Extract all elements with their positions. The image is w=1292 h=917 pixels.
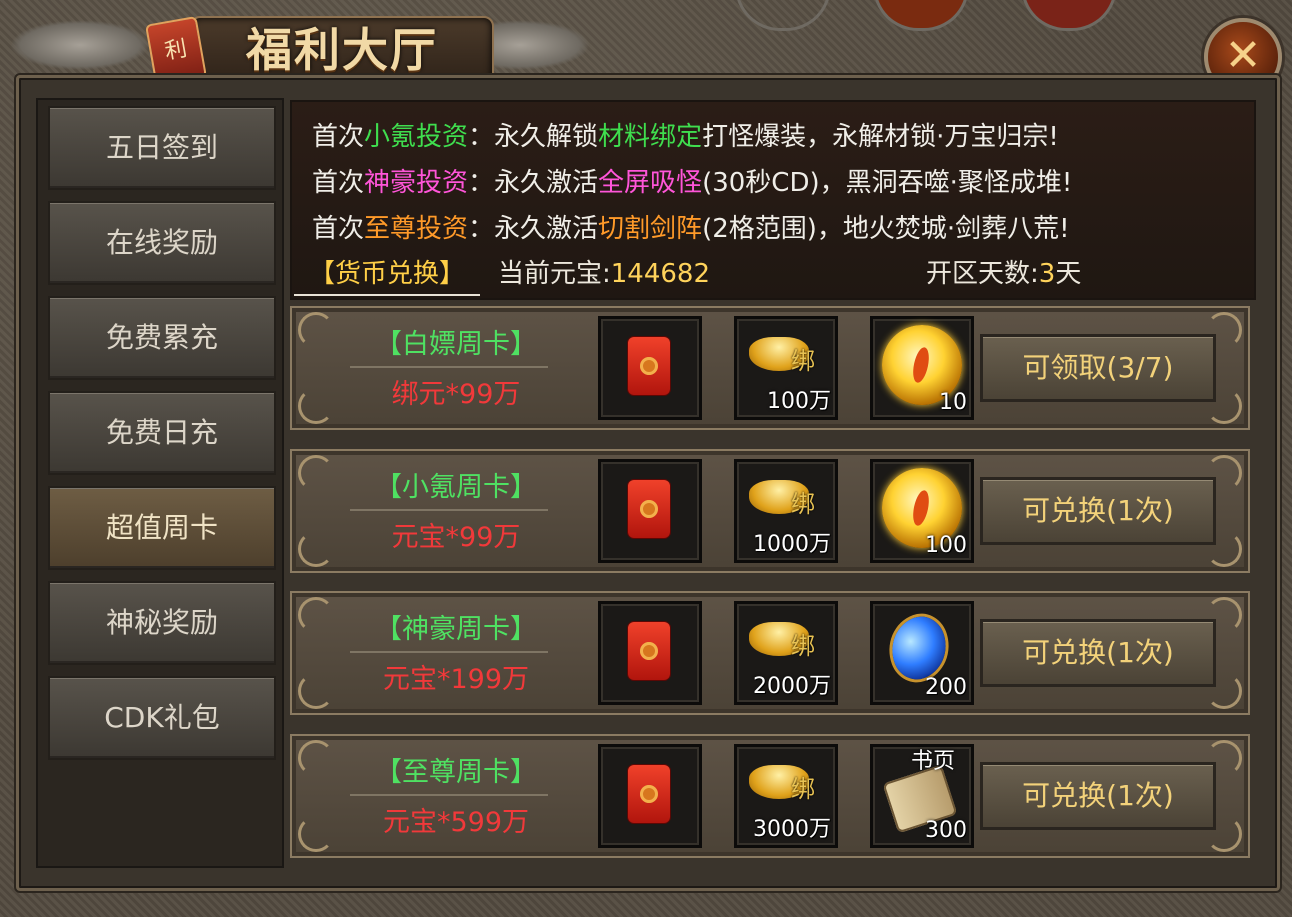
item-label: 书页 (911, 749, 956, 774)
item-slot-orb[interactable]: 100 (870, 459, 974, 563)
ingot-value: 144682 (610, 259, 711, 289)
currency-exchange-tab[interactable]: 【货币兑换】 (294, 254, 480, 296)
sidebar: 五日签到 在线奖励 免费累充 免费日充 超值周卡 神秘奖励 CDK礼包 (36, 98, 284, 868)
title-plaque: 利 福利大厅 (10, 6, 590, 87)
item-quantity: 200 (925, 675, 967, 700)
item-slot-ingot[interactable]: 绑 3000万 (734, 744, 838, 848)
info-line-text: 首次 (312, 214, 365, 244)
info-line-2: 首次神豪投资：永久激活全屏吸怪(30秒CD)，黑洞吞噬·聚怪成堆! (312, 162, 1072, 199)
info-line-text: 首次 (312, 122, 365, 152)
corner-ornament (298, 673, 334, 709)
sidebar-item-cdk-gift[interactable]: CDK礼包 (48, 676, 276, 760)
top-icon-3[interactable] (1021, 0, 1117, 31)
card-price: 元宝*199万 (382, 664, 530, 695)
item-slot-red-packet[interactable] (598, 601, 702, 705)
sidebar-item-free-cumulative-recharge[interactable]: 免费累充 (48, 296, 276, 380)
item-quantity: 10 (939, 390, 967, 415)
server-days-unit: 天 (1055, 259, 1082, 289)
title-scroll-left (10, 20, 150, 70)
red-packet-icon (628, 622, 670, 680)
ingot-label: 当前元宝: (498, 259, 611, 289)
item-slot-red-packet[interactable] (598, 459, 702, 563)
server-days-label: 开区天数: (926, 259, 1039, 289)
weekly-card-row: 【白嫖周卡】 绑元*99万 绑 100万 10 可领取(3/7) (290, 306, 1250, 430)
info-line-text: ：永久激活 (468, 168, 599, 198)
info-panel: 首次小氪投资：永久解锁材料绑定打怪爆装，永解材锁·万宝归宗! 首次神豪投资：永久… (290, 100, 1256, 300)
item-slot-ingot[interactable]: 绑 1000万 (734, 459, 838, 563)
item-quantity: 300 (925, 818, 967, 843)
info-line-highlight: 全屏吸怪 (598, 168, 703, 198)
info-line-text: (30秒CD)，黑洞吞噬·聚怪成堆! (702, 168, 1073, 198)
info-line-text: ：永久解锁 (468, 122, 599, 152)
item-slot-red-packet[interactable] (598, 316, 702, 420)
corner-ornament (298, 816, 334, 852)
red-packet-icon (628, 480, 670, 538)
sidebar-item-five-day-signin[interactable]: 五日签到 (48, 106, 276, 190)
card-title: 【小氪周卡】 (375, 472, 537, 503)
item-quantity: 2000万 (753, 674, 831, 699)
server-days-value: 3 (1038, 259, 1056, 289)
info-line-text: 打怪爆装，永解材锁·万宝归宗! (702, 122, 1059, 152)
card-title: 【白嫖周卡】 (375, 329, 537, 360)
info-line-text: (2格范围)，地火焚城·剑葬八荒! (702, 214, 1070, 244)
card-price: 绑元*99万 (391, 379, 521, 410)
info-line-1: 首次小氪投资：永久解锁材料绑定打怪爆装，永解材锁·万宝归宗! (312, 116, 1059, 153)
card-divider (350, 794, 548, 796)
item-slot-ingot[interactable]: 绑 100万 (734, 316, 838, 420)
bind-tag: 绑 (791, 775, 815, 803)
server-days-stat: 开区天数:3天 (926, 254, 1081, 294)
info-line-text: ：永久激活 (468, 214, 599, 244)
weekly-card-row: 【小氪周卡】 元宝*99万 绑 1000万 100 可兑换(1次) (290, 449, 1250, 573)
info-line-highlight: 材料绑定 (598, 122, 703, 152)
corner-ornament (298, 740, 334, 776)
bind-tag: 绑 (791, 490, 815, 518)
item-quantity: 100万 (767, 389, 831, 414)
top-icon-2[interactable] (873, 0, 969, 31)
item-quantity: 3000万 (753, 817, 831, 842)
card-divider (350, 651, 548, 653)
sidebar-item-mystery-reward[interactable]: 神秘奖励 (48, 581, 276, 665)
info-line-highlight: 至尊投资 (364, 214, 469, 244)
item-quantity: 100 (925, 533, 967, 558)
sidebar-item-weekly-card[interactable]: 超值周卡 (48, 486, 276, 570)
ingot-stat: 当前元宝:144682 (498, 254, 710, 294)
card-title: 【神豪周卡】 (375, 614, 537, 645)
window-frame: 利 福利大厅 ✕ 五日签到 在线奖励 免费累充 免费日充 超值周卡 神秘奖励 C… (0, 0, 1292, 917)
item-slot-gem[interactable]: 200 (870, 601, 974, 705)
sidebar-item-online-reward[interactable]: 在线奖励 (48, 201, 276, 285)
sidebar-item-free-daily-recharge[interactable]: 免费日充 (48, 391, 276, 475)
card-divider (350, 366, 548, 368)
bind-tag: 绑 (791, 632, 815, 660)
claim-button[interactable]: 可领取(3/7) (980, 334, 1216, 402)
page-title: 福利大厅 (246, 23, 438, 77)
card-divider (350, 509, 548, 511)
weekly-card-row: 【神豪周卡】 元宝*199万 绑 2000万 200 可兑换(1次) (290, 591, 1250, 715)
item-quantity: 1000万 (753, 532, 831, 557)
info-line-highlight: 小氪投资 (364, 122, 469, 152)
item-slot-book-page[interactable]: 书页 300 (870, 744, 974, 848)
card-price: 元宝*99万 (391, 522, 521, 553)
red-packet-icon (628, 337, 670, 395)
info-line-highlight: 神豪投资 (364, 168, 469, 198)
info-line-3: 首次至尊投资：永久激活切割剑阵(2格范围)，地火焚城·剑葬八荒! (312, 208, 1070, 245)
card-title: 【至尊周卡】 (375, 757, 537, 788)
info-line-text: 首次 (312, 168, 365, 198)
exchange-button[interactable]: 可兑换(1次) (980, 477, 1216, 545)
corner-ornament (298, 388, 334, 424)
weekly-card-row: 【至尊周卡】 元宝*599万 绑 3000万 书页 300 可兑换(1次) (290, 734, 1250, 858)
exchange-button[interactable]: 可兑换(1次) (980, 762, 1216, 830)
exchange-button[interactable]: 可兑换(1次) (980, 619, 1216, 687)
red-packet-icon (628, 765, 670, 823)
card-price: 元宝*599万 (382, 807, 530, 838)
corner-ornament (298, 531, 334, 567)
item-slot-red-packet[interactable] (598, 744, 702, 848)
corner-ornament (298, 597, 334, 633)
item-slot-ingot[interactable]: 绑 2000万 (734, 601, 838, 705)
info-line-highlight: 切割剑阵 (598, 214, 703, 244)
corner-ornament (298, 455, 334, 491)
top-icon-1[interactable] (735, 0, 831, 31)
corner-ornament (298, 312, 334, 348)
item-slot-orb[interactable]: 10 (870, 316, 974, 420)
bind-tag: 绑 (791, 347, 815, 375)
